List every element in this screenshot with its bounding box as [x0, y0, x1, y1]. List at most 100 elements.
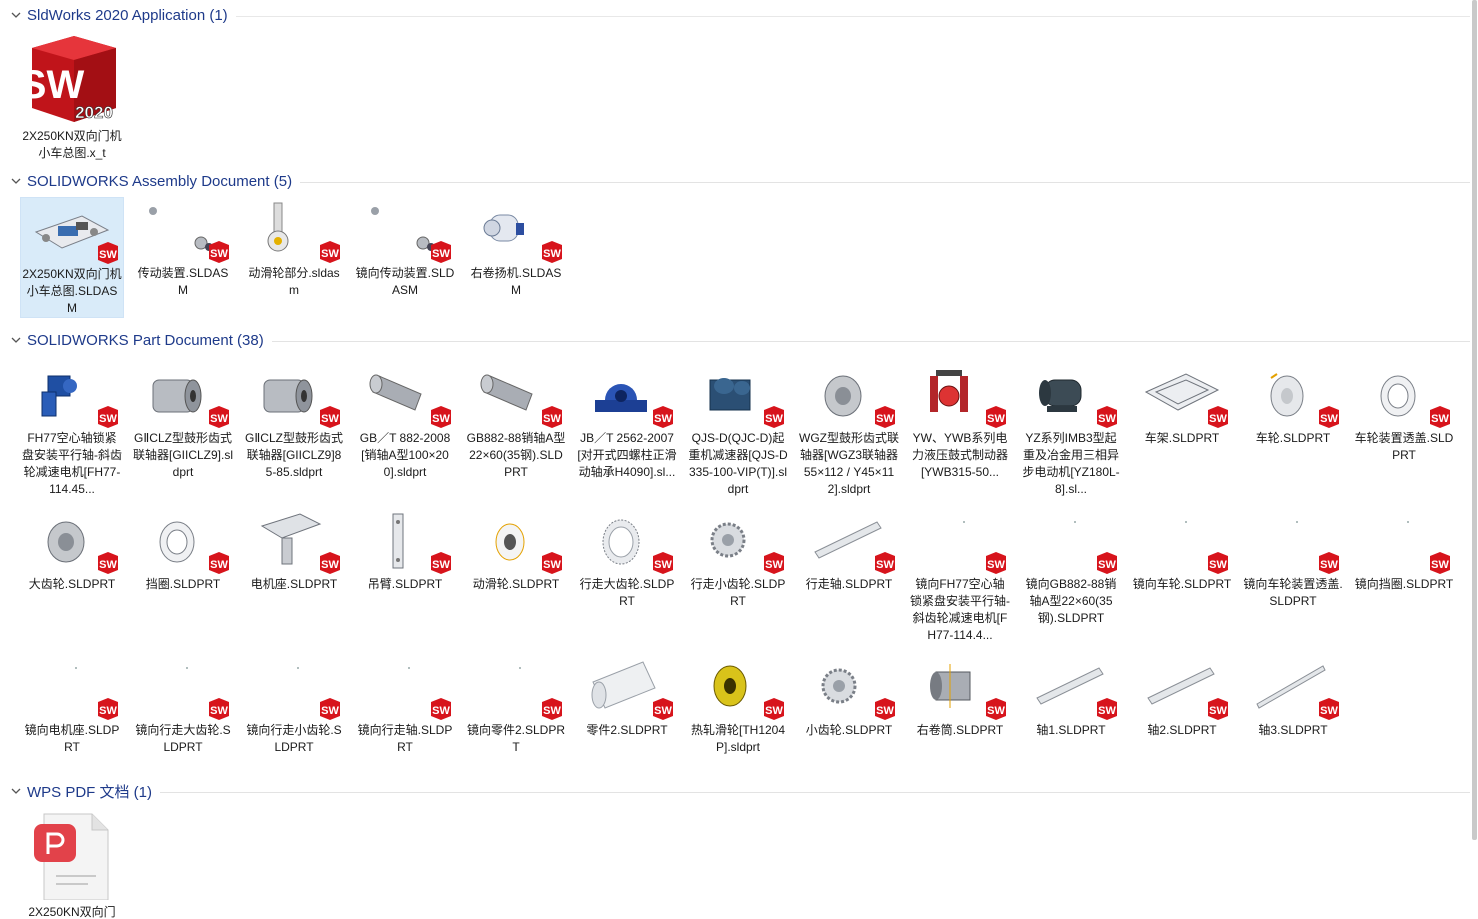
file-thumbnail: SW [801, 366, 897, 428]
svg-text:SW: SW [1209, 705, 1227, 717]
scrollbar-thumb[interactable] [1472, 0, 1477, 840]
chevron-down-icon[interactable] [9, 333, 23, 347]
file-tile[interactable]: SW GⅡCLZ型鼓形齿式联轴器[GIICLZ9].sldprt [131, 362, 235, 481]
solidworks-badge-icon: SW [1319, 406, 1339, 428]
group-header-part[interactable]: SOLIDWORKS Part Document (38) [0, 328, 1470, 352]
svg-text:SW: SW [987, 559, 1005, 571]
file-label: 镜向挡圈.SLDPRT [1354, 577, 1454, 591]
group-header-assembly[interactable]: SOLIDWORKS Assembly Document (5) [0, 169, 1470, 193]
solidworks-badge-icon: SW [986, 698, 1006, 720]
file-tile[interactable]: SW JB／T 2562-2007[对开式四螺柱正滑动轴承H4090].sl... [575, 362, 679, 481]
file-tile[interactable]: SW 右卷筒.SLDPRT [908, 654, 1012, 739]
file-tile[interactable]: SW 吊臂.SLDPRT [353, 508, 457, 593]
file-tile[interactable]: SW GⅡCLZ型鼓形齿式联轴器[GIICLZ9]85-85.sldprt [242, 362, 346, 481]
svg-text:SW: SW [1431, 559, 1449, 571]
solidworks-badge-icon: SW [320, 406, 340, 428]
file-tile[interactable]: SW 2X250KN双向门机小车总图.SLDASM [20, 197, 124, 318]
file-tile[interactable]: SW 电机座.SLDPRT [242, 508, 346, 593]
file-thumbnail: SW [24, 202, 120, 264]
file-tile[interactable]: SW 镜向挡圈.SLDPRT [1352, 508, 1456, 593]
file-tile[interactable]: SW YW、YWB系列电力液压鼓式制动器[YWB315-50... [908, 362, 1012, 481]
group-header-sldworks-app[interactable]: SldWorks 2020 Application (1) [0, 3, 1470, 27]
svg-text:SW: SW [321, 248, 339, 260]
file-tile[interactable]: SW 行走大齿轮.SLDPRT [575, 508, 679, 610]
file-tile[interactable]: SW YZ系列IMB3型起重及冶金用三相异步电动机[YZ180L-8].sl... [1019, 362, 1123, 498]
file-tile[interactable]: SW 车架.SLDPRT [1130, 362, 1234, 447]
file-tile[interactable]: SW GB882-88销轴A型22×60(35钢).SLDPRT [464, 362, 568, 481]
file-tile[interactable]: SW 轴2.SLDPRT [1130, 654, 1234, 739]
file-thumbnail: SW [1356, 366, 1452, 428]
file-tile[interactable]: SW 镜向零件2.SLDPRT [464, 654, 568, 756]
file-label: 行走轴.SLDPRT [805, 577, 893, 591]
svg-text:SW: SW [654, 559, 672, 571]
solidworks-badge-icon: SW [1097, 552, 1117, 574]
file-label: 镜向传动装置.SLDASM [355, 266, 455, 297]
chevron-down-icon[interactable] [9, 784, 23, 798]
file-tile[interactable]: SW 动滑轮.SLDPRT [464, 508, 568, 593]
file-tile[interactable]: SW GB／T 882-2008[销轴A型100×200].sldprt [353, 362, 457, 481]
file-label: GⅡCLZ型鼓形齿式联轴器[GIICLZ9]85-85.sldprt [245, 431, 343, 479]
file-label: 2X250KN双向门 [28, 905, 116, 919]
svg-text:SW: SW [654, 413, 672, 425]
file-label: 镜向电机座.SLDPRT [24, 723, 120, 754]
file-label: 零件2.SLDPRT [586, 723, 668, 737]
file-tile[interactable]: SW 镜向行走小齿轮.SLDPRT [242, 654, 346, 756]
svg-text:SW: SW [210, 248, 228, 260]
vertical-scrollbar[interactable] [1470, 0, 1478, 919]
chevron-down-icon[interactable] [9, 8, 23, 22]
file-tile[interactable]: SW QJS-D(QJC-D)起重机减速器[QJS-D335-100-VIP(T)… [686, 362, 790, 498]
file-tile[interactable]: SW 镜向行走轴.SLDPRT [353, 654, 457, 756]
svg-text:SW: SW [876, 705, 894, 717]
file-label: 电机座.SLDPRT [250, 577, 338, 591]
file-tile[interactable]: SW WGZ型鼓形齿式联轴器[WGZ3联轴器55×112 / Y45×112].s… [797, 362, 901, 498]
group-divider [160, 791, 1470, 793]
solidworks-badge-icon: SW [98, 406, 118, 428]
file-tile[interactable]: SW FH77空心轴锁紧盘安装平行轴-斜齿轮减速电机[FH77-114.45... [20, 362, 124, 498]
file-tile[interactable]: SW 动滑轮部分.sldasm [242, 197, 346, 299]
file-tile[interactable]: SW 零件2.SLDPRT [575, 654, 679, 739]
file-label: 镜向行走轴.SLDPRT [357, 723, 453, 754]
file-label: 行走大齿轮.SLDPRT [579, 577, 675, 608]
solidworks-badge-icon: SW [431, 406, 451, 428]
file-tile[interactable]: SW 热轧滑轮[TH1204P].sldprt [686, 654, 790, 756]
file-tile[interactable]: SW 车轮装置透盖.SLDPRT [1352, 362, 1456, 464]
file-tile[interactable]: SW 镜向传动装置.SLDASM [353, 197, 457, 299]
file-label: 镜向行走大齿轮.SLDPRT [135, 723, 231, 754]
file-tile[interactable]: SW 镜向FH77空心轴锁紧盘安装平行轴-斜齿轮减速电机[FH77-114.4..… [908, 508, 1012, 644]
group-title: WPS PDF 文档 (1) [27, 783, 153, 801]
svg-text:SW: SW [210, 413, 228, 425]
file-tile[interactable]: SW 2020 2X250KN双向门机小车总图.x_t [20, 34, 124, 162]
file-tile[interactable]: SW 镜向车轮装置透盖.SLDPRT [1241, 508, 1345, 610]
file-tile[interactable]: SW 行走轴.SLDPRT [797, 508, 901, 593]
file-label: JB／T 2562-2007[对开式四螺柱正滑动轴承H4090].sl... [577, 431, 677, 479]
solidworks-badge-icon: SW [209, 698, 229, 720]
file-tile[interactable]: SW 镜向电机座.SLDPRT [20, 654, 124, 756]
file-tile[interactable]: SW 挡圈.SLDPRT [131, 508, 235, 593]
solidworks-badge-icon: SW [542, 406, 562, 428]
file-tile[interactable]: 2X250KN双向门 [20, 810, 124, 919]
chevron-down-icon[interactable] [9, 174, 23, 188]
svg-text:SW: SW [876, 413, 894, 425]
file-tile[interactable]: SW 大齿轮.SLDPRT [20, 508, 124, 593]
file-tile[interactable]: SW 镜向车轮.SLDPRT [1130, 508, 1234, 593]
solidworks-badge-icon: SW [1208, 698, 1228, 720]
svg-text:SW: SW [1098, 413, 1116, 425]
file-tile[interactable]: SW 镜向GB882-88销轴A型22×60(35钢).SLDPRT [1019, 508, 1123, 627]
file-tile[interactable]: SW 车轮.SLDPRT [1241, 362, 1345, 447]
file-thumbnail: SW [579, 512, 675, 574]
svg-text:SW: SW [432, 413, 450, 425]
file-tile[interactable]: SW 轴3.SLDPRT [1241, 654, 1345, 739]
file-tile[interactable]: SW 右卷扬机.SLDASM [464, 197, 568, 299]
file-thumbnail: SW [357, 366, 453, 428]
group-divider [271, 340, 1470, 342]
file-tile[interactable]: SW 传动装置.SLDASM [131, 197, 235, 299]
file-tile[interactable]: SW 镜向行走大齿轮.SLDPRT [131, 654, 235, 756]
svg-text:SW: SW [543, 559, 561, 571]
group-header-pdf[interactable]: WPS PDF 文档 (1) [0, 779, 1470, 803]
file-tile[interactable]: SW 轴1.SLDPRT [1019, 654, 1123, 739]
svg-text:SW: SW [1320, 559, 1338, 571]
file-tile[interactable]: SW 小齿轮.SLDPRT [797, 654, 901, 739]
svg-text:SW: SW [432, 559, 450, 571]
file-tile[interactable]: SW 行走小齿轮.SLDPRT [686, 508, 790, 610]
file-thumbnail: SW [24, 512, 120, 574]
